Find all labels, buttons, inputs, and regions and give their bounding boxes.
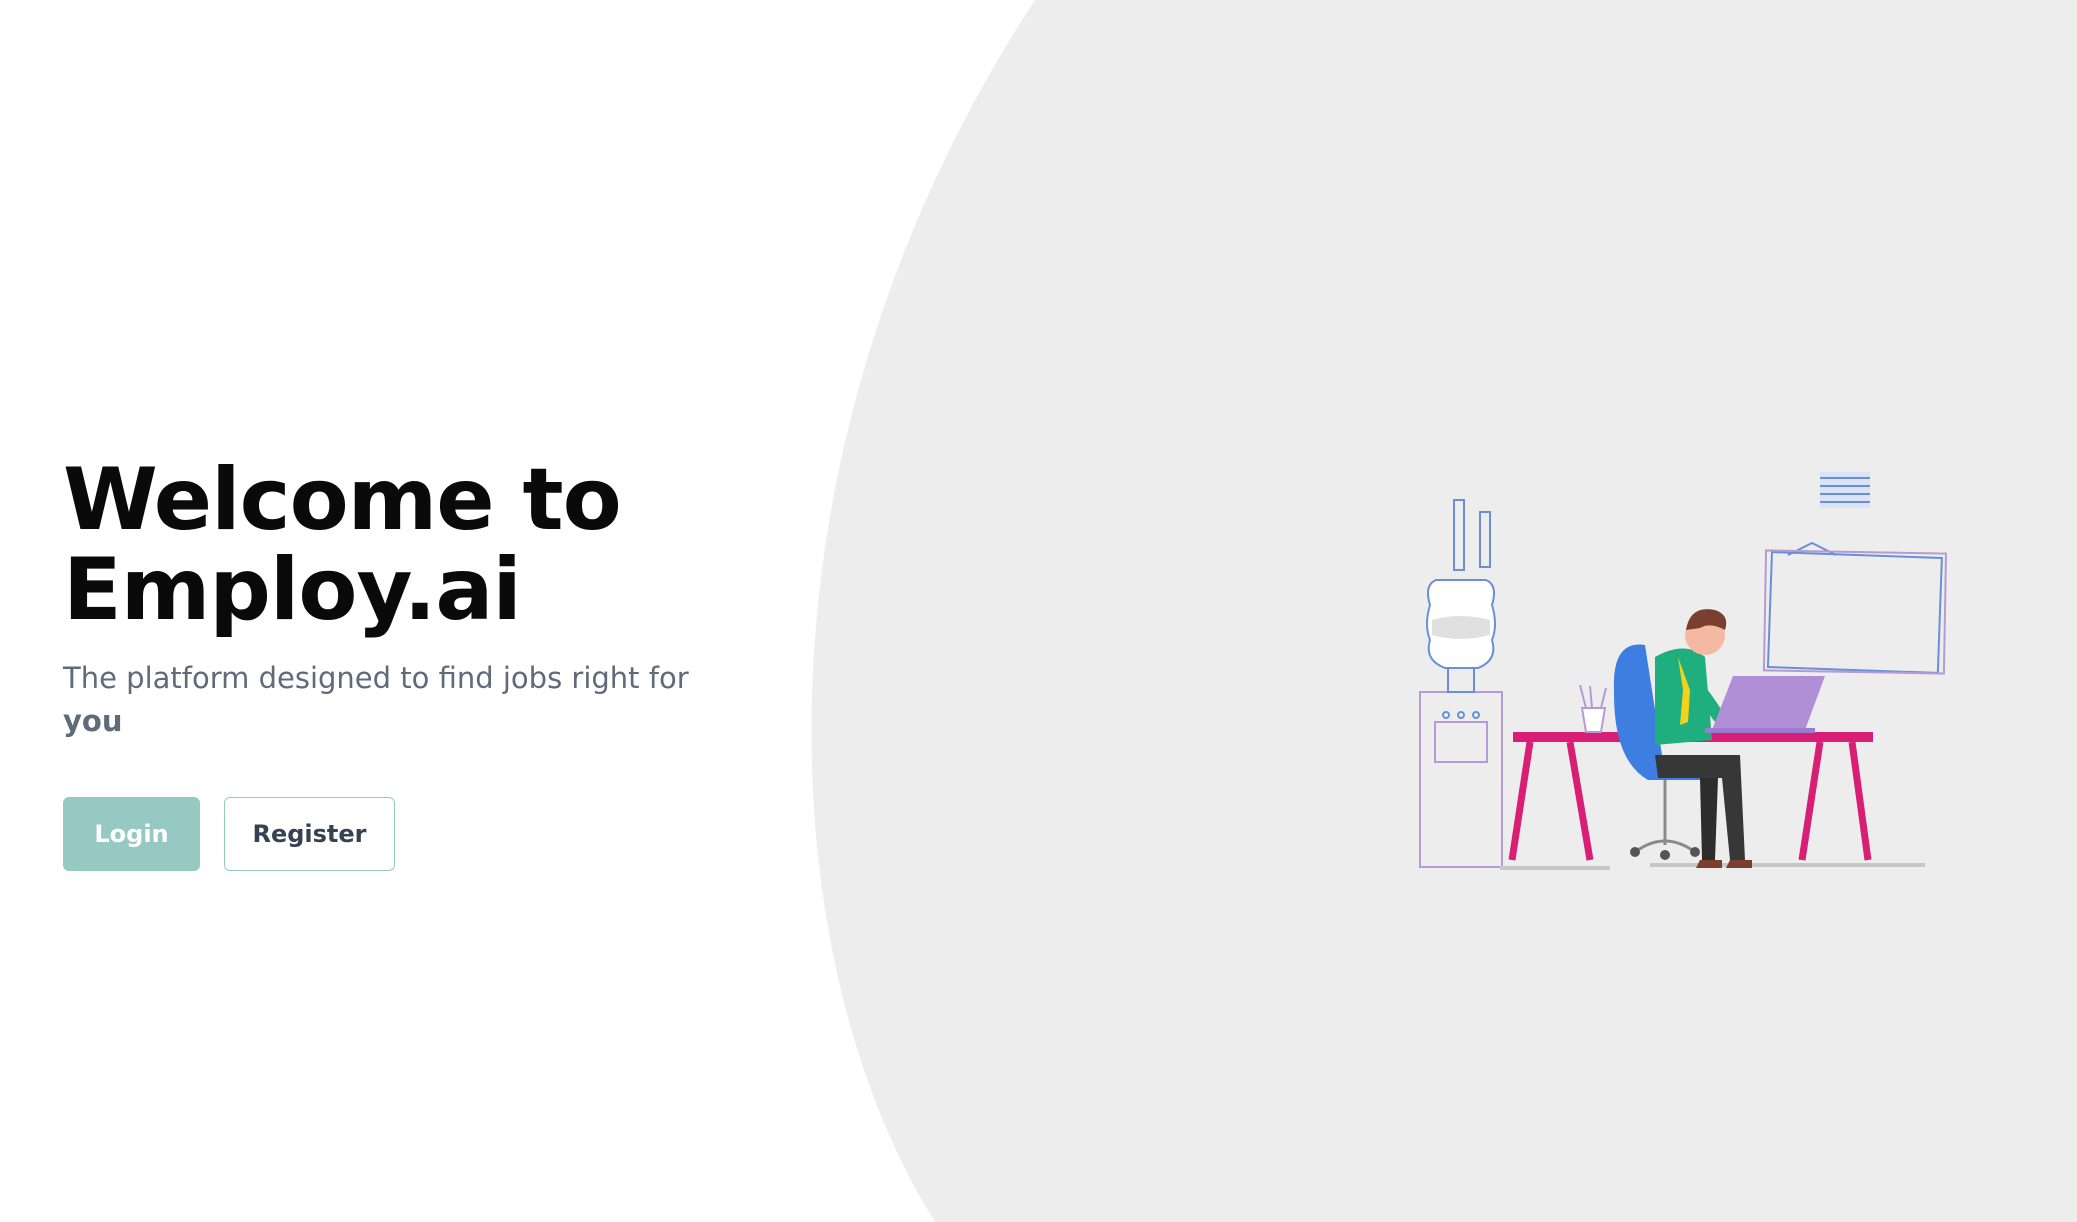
water-cooler-icon <box>1419 499 1503 868</box>
register-button[interactable]: Register <box>224 797 395 871</box>
picture-frame-icon <box>1762 541 1948 675</box>
auth-actions: Login Register <box>63 797 783 871</box>
tagline: The platform designed to find jobs right… <box>63 657 713 743</box>
office-worker-illustration <box>1419 472 1948 870</box>
title-line-1: Welcome to <box>63 450 622 550</box>
laptop-icon <box>1705 676 1825 733</box>
landing-page: Welcome to Employ.ai The platform design… <box>0 0 2077 1222</box>
vent-icon <box>1820 472 1870 508</box>
tagline-emphasis: you <box>63 704 123 738</box>
hero-section: Welcome to Employ.ai The platform design… <box>63 455 783 871</box>
page-title: Welcome to Employ.ai <box>63 455 783 635</box>
pencil-cup-icon <box>1579 684 1607 733</box>
desk-icon <box>1508 732 1873 861</box>
tagline-main: The platform designed to find jobs right… <box>63 661 689 695</box>
login-button[interactable]: Login <box>63 797 200 871</box>
title-line-2: Employ.ai <box>63 540 522 640</box>
